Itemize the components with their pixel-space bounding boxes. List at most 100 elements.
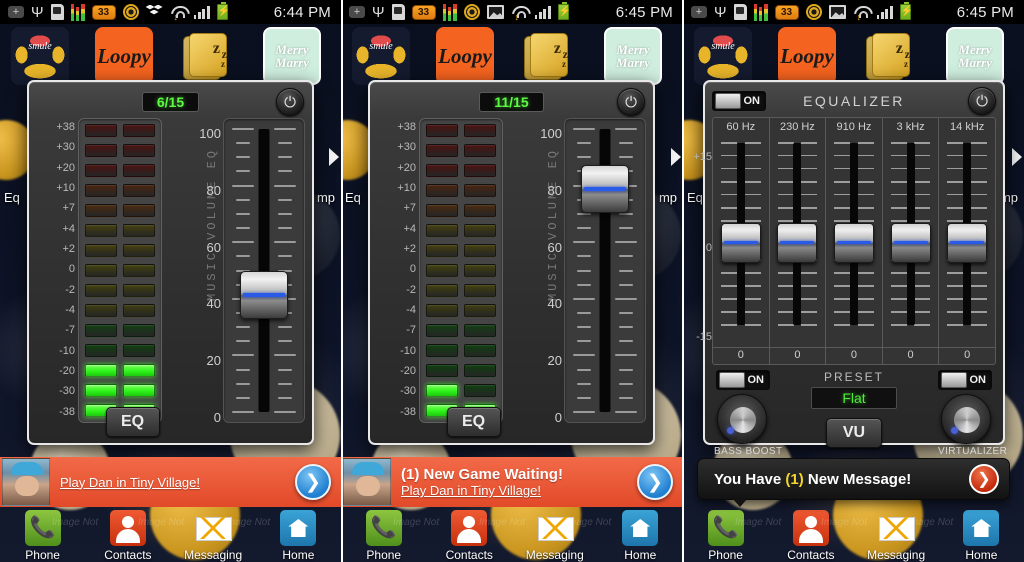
app-icon-title-line2: Marry [275, 55, 309, 70]
bass-boost-knob[interactable] [717, 394, 767, 444]
notification-arrow-button[interactable]: ❯ [295, 464, 331, 500]
tick [914, 324, 931, 326]
page-next-arrow[interactable] [671, 148, 681, 166]
app-icon-loopy[interactable]: Loopy [436, 27, 494, 85]
vu-led [426, 224, 458, 237]
app-icon-merry-marry[interactable]: Merry Marry [263, 27, 321, 85]
equalizer-band-thumb[interactable] [720, 223, 761, 263]
vu-meter-row [426, 124, 496, 137]
messaging-icon[interactable] [537, 510, 574, 546]
messaging-icon[interactable] [195, 510, 233, 546]
vu-scale-label: -30 [59, 385, 75, 398]
dock-item-phone[interactable]: Phone [341, 507, 427, 562]
equalizer-icon [753, 3, 768, 21]
page-next-arrow[interactable] [1012, 148, 1022, 166]
virtualizer-toggle[interactable]: ON [938, 370, 992, 390]
dock-item-phone[interactable]: Phone [683, 507, 768, 562]
phone-icon[interactable] [365, 510, 402, 546]
eq-button[interactable]: EQ [446, 407, 501, 437]
equalizer-band-thumb[interactable] [890, 223, 931, 263]
equalizer-band-slider[interactable] [770, 135, 826, 347]
dock-item-phone[interactable]: Phone [0, 507, 85, 562]
app-icon-merry-marry[interactable]: Merry Marry [604, 27, 662, 85]
app-icon-smule[interactable]: smule [352, 27, 410, 85]
home-icon[interactable] [280, 510, 317, 546]
app-icon-loopy[interactable]: Loopy [95, 27, 153, 85]
dock-item-home[interactable]: Home [939, 507, 1024, 562]
home-icon[interactable] [963, 510, 1000, 546]
volume-slider[interactable] [564, 118, 646, 423]
tick [834, 220, 851, 222]
tick [947, 324, 964, 326]
vu-led [426, 284, 458, 297]
contacts-icon[interactable] [792, 510, 829, 546]
tick [970, 154, 987, 157]
vu-scale-label: +20 [397, 161, 416, 174]
tick [947, 220, 964, 222]
equalizer-band-slider[interactable] [713, 135, 769, 347]
tick [914, 167, 931, 170]
contacts-icon[interactable] [109, 510, 146, 546]
notification-arrow-button[interactable]: ❯ [969, 464, 999, 494]
phone-icon[interactable] [707, 510, 744, 546]
equalizer-band-slider[interactable] [883, 135, 939, 347]
eq-button[interactable]: EQ [105, 407, 160, 437]
phone-icon[interactable] [24, 510, 61, 546]
power-button[interactable]: ⏻ [617, 88, 645, 116]
notification-toast[interactable]: You Have (1) New Message! ❯ [697, 458, 1010, 507]
app-icon-zzz[interactable]: zzz [520, 27, 578, 85]
messaging-icon[interactable] [878, 510, 916, 546]
dock-item-messaging[interactable]: Messaging [171, 507, 256, 562]
virtualizer-control[interactable]: VIRTUALIZER [938, 394, 1007, 457]
equalizer-band-slider[interactable] [826, 135, 882, 347]
vu-meter-row [426, 224, 496, 237]
virtualizer-knob[interactable] [941, 394, 991, 444]
equalizer-axis-label: +15 [693, 151, 712, 163]
notification-text: Play Dan in Tiny Village! [50, 475, 295, 490]
power-button[interactable]: ⏻ [968, 87, 996, 115]
app-icon-smule[interactable]: smule [694, 27, 752, 85]
notification-banner[interactable]: Play Dan in Tiny Village! ❯ [0, 457, 341, 507]
vu-button[interactable]: VU [826, 418, 882, 448]
vu-led [426, 344, 458, 357]
equalizer-axis-label: 0 [705, 242, 712, 254]
home-icon[interactable] [622, 510, 659, 546]
toggle-label: ON [969, 374, 987, 386]
tick [857, 142, 874, 144]
volume-slider[interactable] [223, 118, 305, 423]
app-icon-zzz[interactable]: zzz [179, 27, 237, 85]
bass-boost-toggle[interactable]: ON [716, 370, 770, 390]
bass-boost-control[interactable]: BASS BOOST [714, 394, 782, 457]
notification-subtitle[interactable]: Play Dan in Tiny Village! [401, 483, 637, 498]
preset-value[interactable]: Flat [811, 387, 897, 409]
equalizer-band-slider[interactable] [939, 135, 995, 347]
volume-slider-thumb[interactable] [240, 270, 288, 319]
equalizer-band-thumb[interactable] [777, 223, 818, 263]
dock-item-home[interactable]: Home [598, 507, 684, 562]
tick [274, 128, 296, 130]
dock-item-contacts[interactable]: Contacts [427, 507, 513, 562]
dock-item-messaging[interactable]: Messaging [512, 507, 598, 562]
page-next-arrow[interactable] [329, 148, 339, 166]
dock-item-contacts[interactable]: Contacts [85, 507, 170, 562]
contacts-icon[interactable] [451, 510, 488, 546]
notification-subtitle[interactable]: Play Dan in Tiny Village! [60, 475, 295, 490]
vu-led [464, 364, 496, 377]
volume-slider-thumb[interactable] [581, 165, 629, 214]
power-button[interactable]: ⏻ [276, 88, 304, 116]
dock-item-contacts[interactable]: Contacts [768, 507, 853, 562]
notification-banner[interactable]: (1) New Game Waiting! Play Dan in Tiny Vi… [341, 457, 683, 507]
tick [577, 156, 591, 159]
app-icon-zzz[interactable]: zzz [862, 27, 920, 85]
equalizer-band-thumb[interactable] [947, 223, 988, 263]
tick [947, 193, 964, 196]
equalizer-band-value: 0 [882, 347, 939, 364]
app-icon-merry-marry[interactable]: Merry Marry [946, 27, 1004, 85]
equalizer-band-thumb[interactable] [833, 223, 874, 263]
dock-item-messaging[interactable]: Messaging [854, 507, 939, 562]
app-icon-smule[interactable]: smule [11, 27, 69, 85]
equalizer-bands: 60 Hz 0 230 Hz 0 910 Hz 0 3 kHz 0 14 kHz 0 [712, 117, 996, 365]
notification-arrow-button[interactable]: ❯ [637, 464, 673, 500]
dock-item-home[interactable]: Home [256, 507, 341, 562]
app-icon-loopy[interactable]: Loopy [778, 27, 836, 85]
